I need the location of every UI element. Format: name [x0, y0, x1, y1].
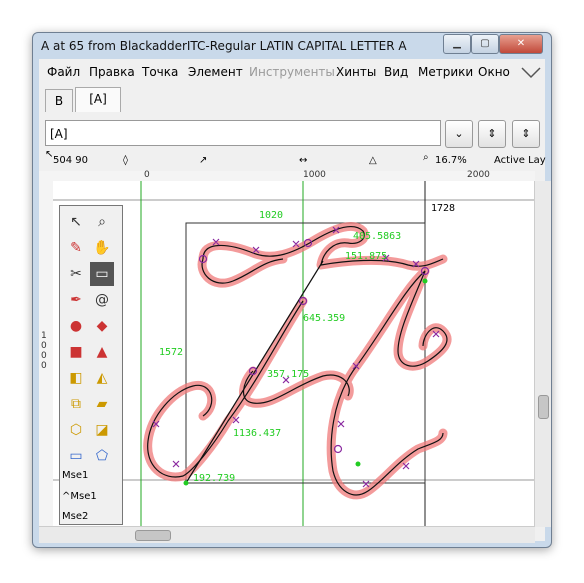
menu-view[interactable]: Вид: [384, 65, 408, 79]
horizontal-scroll-thumb[interactable]: [135, 530, 171, 541]
tab-b[interactable]: B: [45, 89, 73, 112]
coords-readout: 504 90: [53, 155, 88, 166]
svg-text:1572: 1572: [159, 347, 183, 358]
zoom-readout: 16.7%: [435, 155, 467, 166]
menu-hints[interactable]: Хинты: [336, 65, 376, 79]
rotate-icon[interactable]: ◭: [90, 366, 114, 390]
pen-icon[interactable]: ✒: [64, 288, 88, 312]
ruler-label: 0: [144, 170, 150, 180]
svg-text:151.875: 151.875: [345, 251, 387, 262]
horizontal-scrollbar[interactable]: [39, 526, 535, 543]
close-icon[interactable]: ✕: [499, 34, 543, 54]
mouse2-label: Mse2: [62, 511, 89, 522]
menu-point[interactable]: Точка: [142, 65, 178, 79]
canvas-area: 0 1000 2000 1 0 0 0 1020 405.5863 151.87…: [39, 170, 551, 543]
tab-a[interactable]: [A]: [75, 87, 121, 112]
curve-point-icon[interactable]: ●: [64, 314, 88, 338]
ruler-label: 0: [41, 361, 47, 371]
menu-window[interactable]: Окно: [478, 65, 510, 79]
magnify-icon[interactable]: ⌕: [90, 210, 114, 234]
vertical-scroll-thumb[interactable]: [538, 395, 549, 419]
tools-palette: ↖ ⌕ ✎ ✋ ✂ ▭ ✒ @ ● ◆ ■ ▲ ◧ ◭ ⧉ ▰ ⬡ ◪ ▭ ⬠: [59, 205, 123, 525]
menu-edit[interactable]: Правка: [89, 65, 135, 79]
prev-next-icon[interactable]: ⇕: [478, 120, 506, 148]
svg-text:1020: 1020: [259, 210, 283, 221]
triangle-icon: △: [369, 155, 377, 166]
encoding-field[interactable]: [A]: [45, 120, 441, 146]
corner-point-icon[interactable]: ■: [64, 340, 88, 364]
svg-text:192.739: 192.739: [193, 473, 235, 484]
ruler-label: 0: [41, 341, 47, 351]
menu-overflow-icon[interactable]: [521, 67, 541, 79]
pointer-icon[interactable]: ↖: [64, 210, 88, 234]
rectangle-icon[interactable]: ▭: [64, 444, 88, 468]
svg-text:1136.437: 1136.437: [233, 428, 281, 439]
active-layer: Active Lay: [494, 155, 546, 166]
width-label: 1728: [431, 203, 455, 214]
updown-icon[interactable]: ⇕: [512, 120, 540, 148]
skew-icon[interactable]: ▰: [90, 392, 114, 416]
ruler-icon[interactable]: ▭: [90, 262, 114, 286]
point-icon: ◊: [123, 155, 128, 166]
svg-text:405.5863: 405.5863: [353, 231, 401, 242]
chevron-down-icon[interactable]: ⌄: [445, 120, 473, 148]
hv-curve-point-icon[interactable]: ◆: [90, 314, 114, 338]
menu-tools[interactable]: Инструменты: [249, 65, 335, 79]
menu-bar: Файл Правка Точка Элемент Инструменты Хи…: [39, 63, 545, 83]
angle-icon: ↗: [199, 155, 208, 166]
3d-rotate-icon[interactable]: ⬡: [64, 418, 88, 442]
ruler-label: 1000: [303, 170, 326, 180]
mouse1-label: Mse1: [62, 470, 89, 481]
info-bar: ↖ 504 90 ◊ ↗ ↔ △ ⌕ 16.7% Active Lay: [39, 149, 546, 169]
spiral-icon[interactable]: @: [90, 288, 114, 312]
glyph-canvas[interactable]: 1020 405.5863 151.875 645.359 1572 357.1…: [53, 181, 535, 527]
maximize-icon[interactable]: ▢: [471, 34, 499, 54]
polygon-icon[interactable]: ⬠: [90, 444, 114, 468]
flip-icon[interactable]: ⧉: [64, 392, 88, 416]
menu-element[interactable]: Элемент: [188, 65, 243, 79]
title-bar: A at 65 from BlackadderITC-Regular LATIN…: [33, 33, 551, 59]
knife-icon[interactable]: ✂: [64, 262, 88, 286]
menu-metrics[interactable]: Метрики: [418, 65, 473, 79]
window-client: Файл Правка Точка Элемент Инструменты Хи…: [39, 59, 551, 543]
app-window: A at 65 from BlackadderITC-Regular LATIN…: [32, 32, 552, 548]
zoom-icon: ⌕: [423, 152, 429, 163]
window-title: A at 65 from BlackadderITC-Regular LATIN…: [41, 39, 407, 53]
scale-icon[interactable]: ◧: [64, 366, 88, 390]
pencil-icon[interactable]: ✎: [64, 236, 88, 260]
mouse1-ctrl-label: ^Mse1: [62, 491, 97, 502]
ruler-label: 2000: [467, 170, 490, 180]
minimize-icon[interactable]: ▁: [443, 34, 471, 54]
width-icon: ↔: [299, 155, 308, 166]
svg-text:357.175: 357.175: [267, 369, 309, 380]
ruler-label: 1: [41, 331, 47, 341]
vertical-scrollbar[interactable]: [534, 181, 551, 527]
glyph-outline-highlight: [143, 222, 452, 500]
vertical-ruler: 1 0 0 0: [39, 181, 54, 527]
hand-icon[interactable]: ✋: [90, 236, 114, 260]
tangent-point-icon[interactable]: ▲: [90, 340, 114, 364]
svg-text:645.359: 645.359: [303, 313, 345, 324]
perspective-icon[interactable]: ◪: [90, 418, 114, 442]
ruler-label: 0: [41, 351, 47, 361]
menu-file[interactable]: Файл: [47, 65, 80, 79]
